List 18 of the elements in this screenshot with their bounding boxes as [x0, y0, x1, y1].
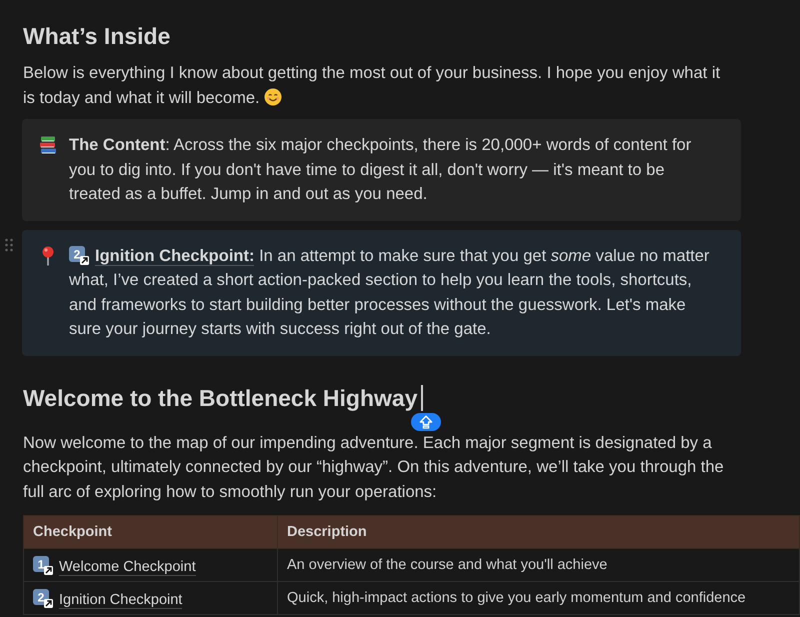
- table-cell: Quick, high-impact actions to give you early momentum and confidence: [278, 582, 800, 614]
- body-text: Now welcome to the map of our impending adventure. Each major segment is designated by a checkpoint, ultimately connected by our “highway”. On this adventure, we’ll take you through the full arc of exploring how to smoothly run your operations:: [23, 432, 725, 502]
- table-cell: An overview of the course and what you'll achieve: [278, 548, 800, 582]
- page-link[interactable]: 2 Ignition Checkpoint: [33, 592, 182, 608]
- callout-text: 2 Ignition Checkpoint: In an attempt to make sure that you get some value no matter what, I’ve created a short action-packed section to help you learn the tools, shortcuts, and frameworks to start building better processes without the guesswork. Let's make sure your journey starts with success right out of the gate.: [69, 244, 717, 342]
- section-heading: Welcome to the Bottleneck Highway: [23, 384, 418, 412]
- smiling-face-icon: [264, 88, 282, 106]
- arrow-up-button[interactable]: [411, 412, 441, 430]
- callout-text: The Content: Across the six major checkpoints, there is 20,000+ words of content for you to dig into. If you don't have time to digest it all, don't worry — it's meant to be treated as a buffet. Jump in and out as you need.: [69, 135, 692, 205]
- books-icon: [38, 135, 58, 155]
- page-link[interactable]: 1 Welcome Checkpoint: [33, 559, 196, 575]
- page-link[interactable]: 2 Ignition Checkpoint:: [69, 246, 254, 264]
- drag-handle-icon[interactable]: [5, 238, 13, 252]
- arrow-up-icon: [419, 414, 433, 428]
- section-heading: What’s Inside: [23, 22, 170, 51]
- column-header: Checkpoint: [24, 516, 278, 548]
- column-header: Description: [278, 516, 800, 548]
- intro-text: Below is everything I know about getting the most out of your business. I hope you enjoy what it is today and what it will become.: [23, 63, 722, 108]
